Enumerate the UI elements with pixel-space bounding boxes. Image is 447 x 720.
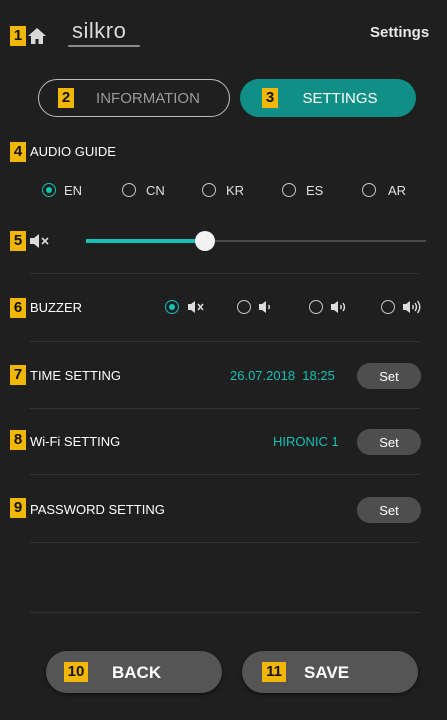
divider bbox=[30, 408, 420, 409]
app-logo: silkro bbox=[72, 18, 127, 43]
badge-3: 3 bbox=[262, 88, 278, 108]
language-label-cn: CN bbox=[146, 183, 165, 198]
buzzer-radio-high[interactable] bbox=[381, 300, 395, 314]
volume-fill bbox=[86, 239, 205, 243]
buzzer-radio-mute[interactable] bbox=[165, 300, 179, 314]
wifi-set-button[interactable]: Set bbox=[357, 429, 421, 455]
speaker-low-icon bbox=[259, 301, 270, 313]
badge-4: 4 bbox=[10, 142, 26, 162]
buzzer-radio-low[interactable] bbox=[237, 300, 251, 314]
tab-information-label: INFORMATION bbox=[96, 89, 200, 107]
language-label-en: EN bbox=[64, 183, 83, 198]
language-radio-ar[interactable] bbox=[362, 183, 376, 197]
badge-1: 1 bbox=[10, 26, 26, 46]
save-button-label: SAVE bbox=[304, 663, 350, 682]
divider bbox=[30, 273, 420, 274]
time-setting-value: 26.07.2018 18:25 bbox=[230, 368, 335, 383]
badge-7: 7 bbox=[10, 365, 26, 385]
wifi-setting-value: HIRONIC 1 bbox=[273, 434, 339, 449]
language-radio-cn[interactable] bbox=[122, 183, 136, 197]
home-icon[interactable] bbox=[27, 26, 47, 46]
speaker-medium-icon bbox=[331, 301, 346, 313]
language-label-es: ES bbox=[306, 183, 324, 198]
language-label-ar: AR bbox=[388, 183, 407, 198]
divider bbox=[30, 474, 420, 475]
speaker-mute-icon bbox=[30, 234, 49, 248]
language-label-kr: KR bbox=[226, 183, 245, 198]
badge-6: 6 bbox=[10, 298, 26, 318]
buzzer-radio-medium[interactable] bbox=[309, 300, 323, 314]
audio-guide-label: AUDIO GUIDE bbox=[30, 144, 116, 159]
back-button-label: BACK bbox=[112, 663, 162, 682]
divider bbox=[30, 612, 420, 613]
logo-underline bbox=[68, 45, 140, 47]
time-set-button[interactable]: Set bbox=[357, 363, 421, 389]
speaker-mute-icon bbox=[188, 301, 204, 313]
time-setting-label: TIME SETTING bbox=[30, 368, 121, 383]
badge-10: 10 bbox=[64, 662, 88, 682]
password-setting-label: PASSWORD SETTING bbox=[30, 502, 165, 517]
badge-11: 11 bbox=[262, 662, 286, 682]
language-radio-kr[interactable] bbox=[202, 183, 216, 197]
wifi-setting-label: Wi-Fi SETTING bbox=[30, 434, 121, 449]
page-title: Settings bbox=[370, 24, 430, 41]
divider bbox=[30, 542, 420, 543]
language-radio-en[interactable] bbox=[42, 183, 56, 197]
speaker-high-icon bbox=[403, 300, 421, 314]
tab-settings-label: SETTINGS bbox=[302, 89, 378, 107]
buzzer-label: BUZZER bbox=[30, 300, 82, 315]
badge-8: 8 bbox=[10, 430, 26, 450]
badge-2: 2 bbox=[58, 88, 74, 108]
badge-9: 9 bbox=[10, 498, 26, 518]
password-set-button[interactable]: Set bbox=[357, 497, 421, 523]
language-radio-es[interactable] bbox=[282, 183, 296, 197]
divider bbox=[30, 341, 420, 342]
volume-thumb[interactable] bbox=[195, 231, 215, 251]
badge-5: 5 bbox=[10, 231, 26, 251]
